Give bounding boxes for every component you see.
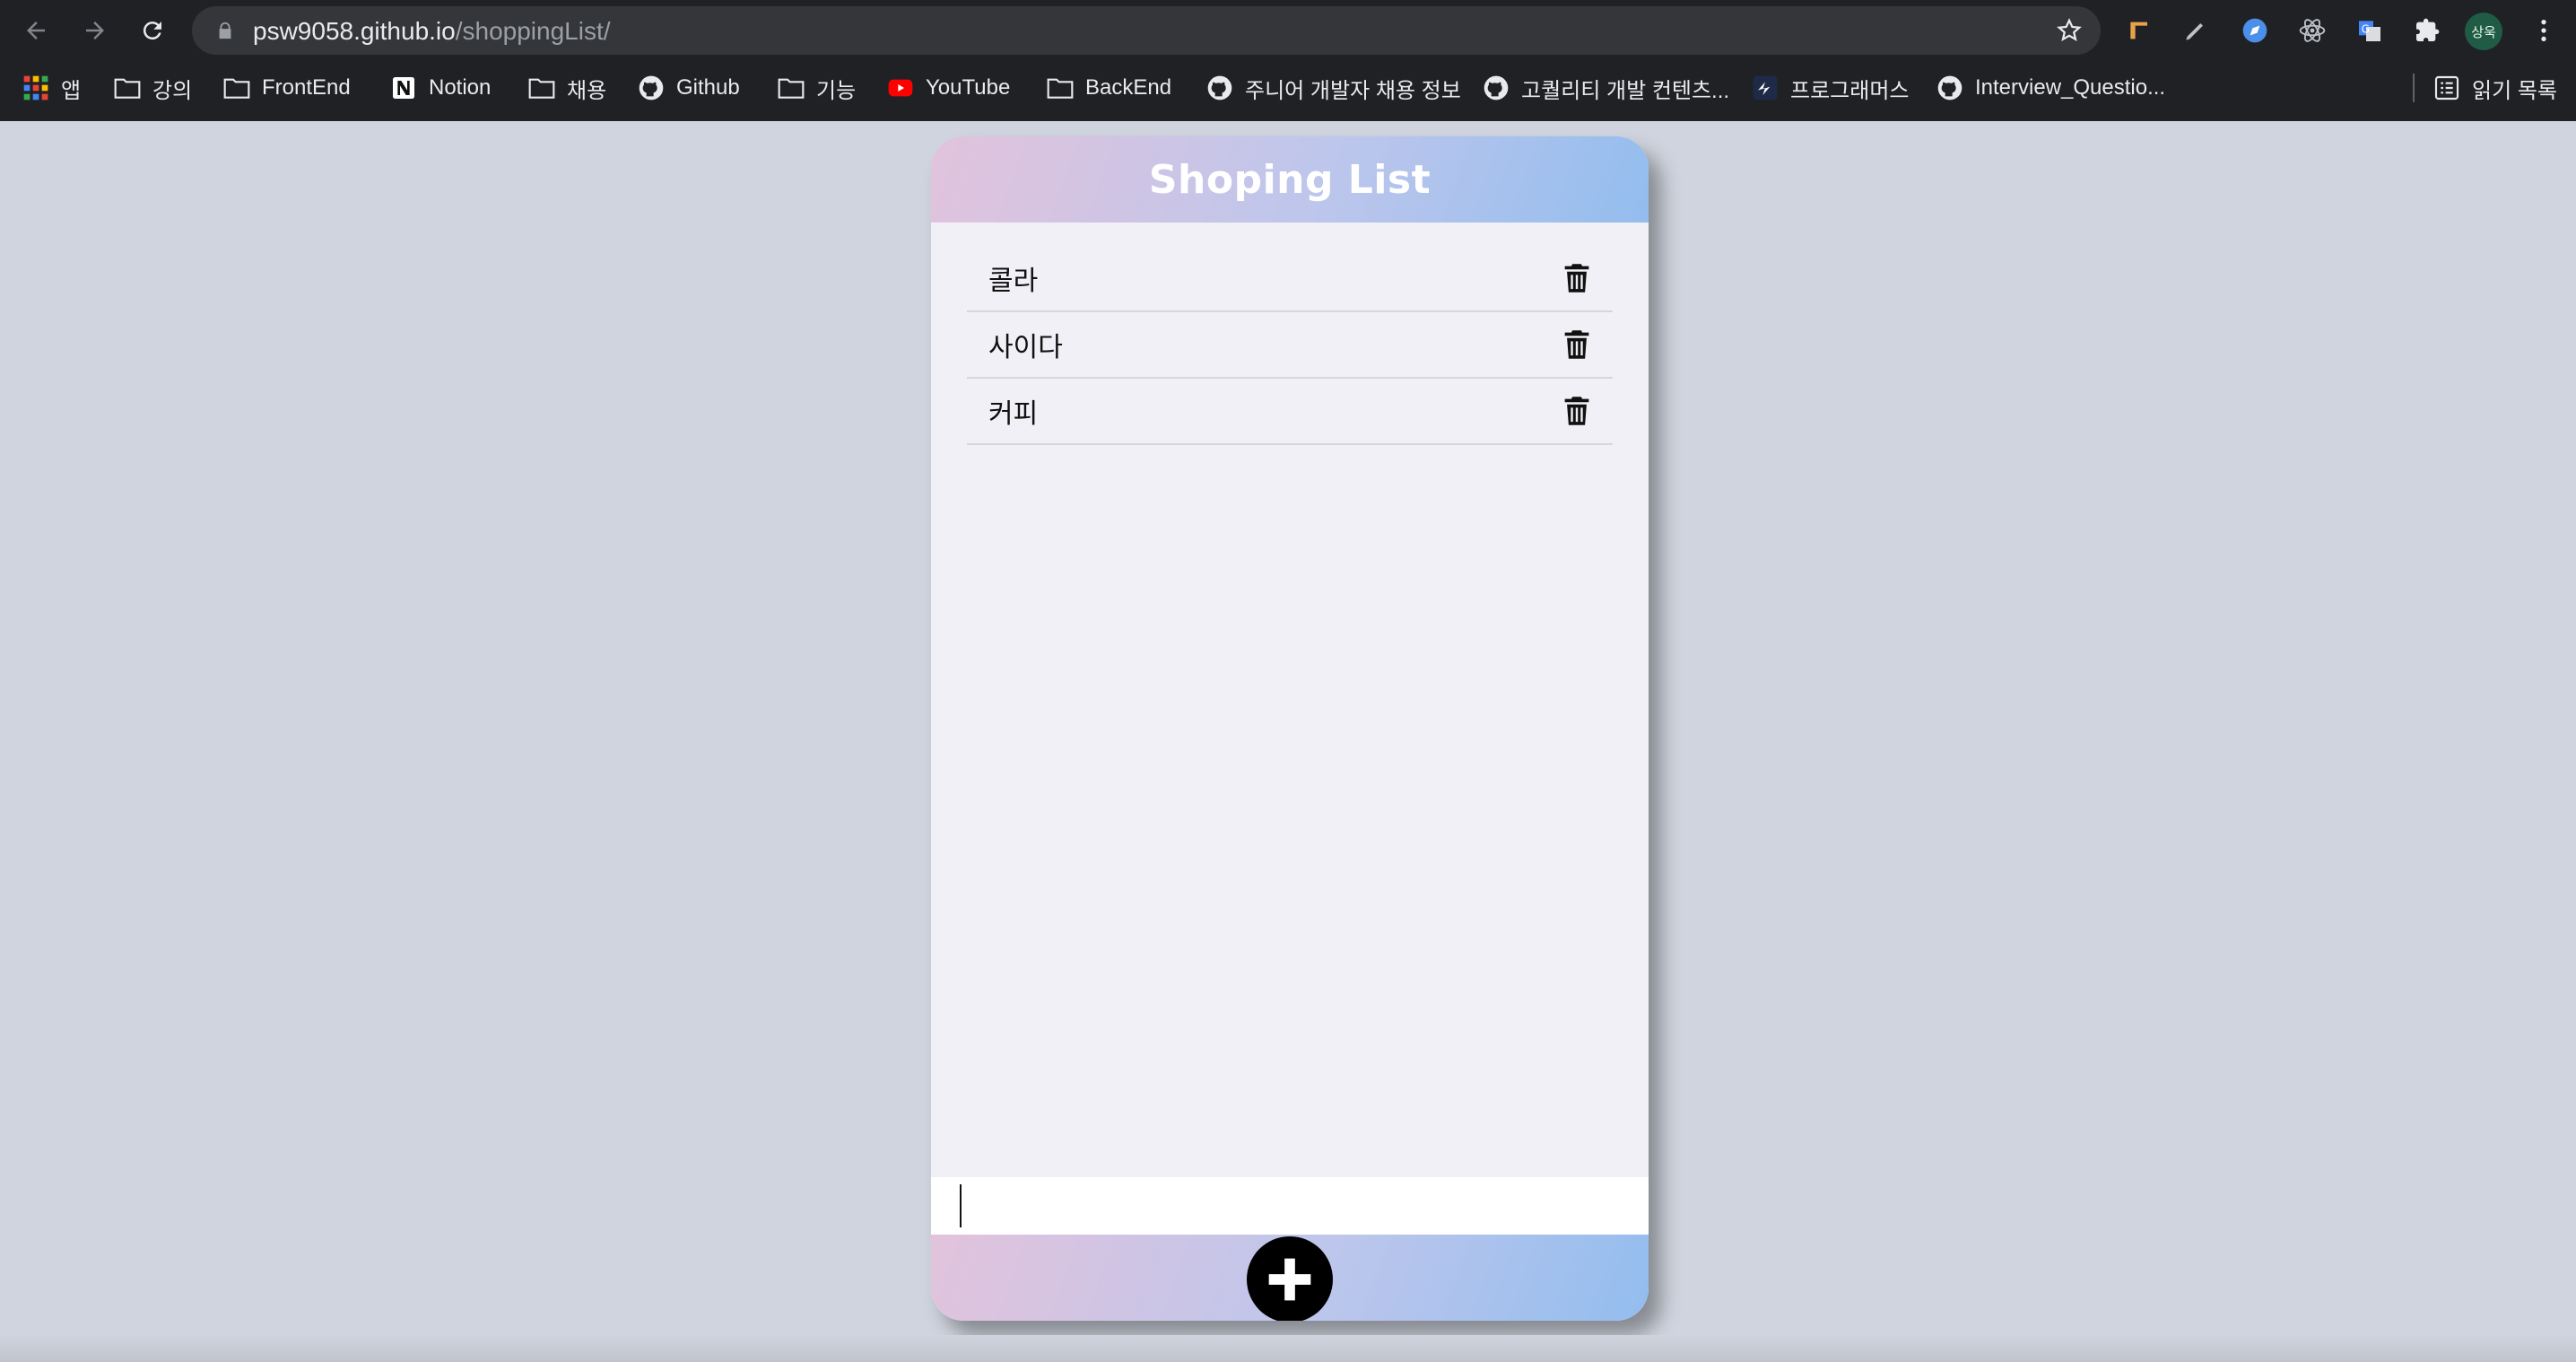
ruler-extension-icon [2130, 22, 2147, 39]
extension-react[interactable] [2294, 13, 2330, 48]
bookmark-label: Interview_Questio... [1975, 75, 2166, 100]
extension-translate[interactable]: G [2352, 13, 2388, 48]
programmers-icon [1751, 74, 1780, 102]
page-title: Shoping List [1148, 156, 1432, 203]
new-item-input-wrap [931, 1177, 1649, 1235]
browser-menu-button[interactable] [2526, 13, 2562, 48]
page-bottom-edge [0, 1335, 2576, 1362]
reading-list-icon [2432, 74, 2461, 102]
bookmark-label: 앱 [61, 78, 82, 103]
lock-icon [219, 22, 231, 39]
extension-pen[interactable] [2178, 13, 2214, 48]
bookmark-label: 주니어 개발자 채용 정보 [1245, 78, 1461, 103]
bookmark-folder-frontend[interactable]: FrontEnd [222, 72, 351, 104]
folder-icon [113, 74, 142, 102]
puzzle-icon [2416, 18, 2440, 41]
extension-compass[interactable] [2237, 13, 2273, 48]
url-host: psw9058.github.io [253, 17, 456, 45]
folder-icon [527, 74, 556, 102]
add-item-button[interactable] [1247, 1236, 1333, 1321]
bookmark-folder-backend[interactable]: BackEnd [1046, 72, 1171, 104]
bookmarks-bar: 앱 강의 FrontEnd Notion 채용 Github 기능 YouTub… [0, 63, 2576, 113]
bookmark-folder-lectures[interactable]: 강의 [113, 72, 192, 104]
trash-icon [1564, 330, 1589, 359]
translate-extension-icon: G [2359, 21, 2380, 41]
shopping-list-card: Shoping List 콜라 사이다 커피 [931, 136, 1649, 1321]
plus-icon [1268, 1258, 1311, 1301]
delete-item-button[interactable] [1562, 262, 1591, 294]
react-extension-icon [2299, 19, 2326, 42]
browser-chrome: psw9058.github.io/shoppingList/ G 상욱 앱 강… [0, 0, 2576, 121]
bookmark-folder-features[interactable]: 기능 [777, 72, 856, 104]
folder-icon [1046, 74, 1075, 102]
folder-icon [222, 74, 251, 102]
bookmark-label: Github [676, 75, 740, 100]
bookmark-youtube[interactable]: YouTube [886, 72, 1010, 104]
reading-list-button[interactable]: 읽기 목록 [2432, 72, 2557, 104]
back-button[interactable] [18, 13, 54, 48]
bookmark-label: Notion [429, 75, 492, 100]
github-icon [1205, 74, 1234, 102]
arrow-left-icon [27, 22, 45, 39]
github-icon [1482, 74, 1510, 102]
bookmarks-divider [2413, 74, 2415, 102]
card-footer [931, 1235, 1649, 1321]
bookmark-label: YouTube [926, 75, 1011, 100]
list-item: 콜라 [967, 246, 1613, 312]
bookmark-junior-jobs[interactable]: 주니어 개발자 채용 정보 [1205, 72, 1461, 104]
item-name: 사이다 [988, 332, 1063, 363]
github-icon [637, 74, 666, 102]
bookmark-interview-questions[interactable]: Interview_Questio... [1936, 72, 2165, 104]
bookmark-label: 기능 [816, 78, 857, 103]
github-icon [1936, 74, 1964, 102]
bookmark-programmers[interactable]: 프로그래머스 [1751, 72, 1909, 104]
delete-item-button[interactable] [1562, 328, 1591, 361]
address-bar[interactable]: psw9058.github.io/shoppingList/ [192, 6, 2101, 55]
youtube-icon [886, 74, 915, 102]
trash-icon [1564, 264, 1589, 292]
extensions-button[interactable] [2409, 13, 2445, 48]
kebab-menu-icon [2541, 20, 2546, 41]
svg-text:G: G [2362, 23, 2370, 36]
url-path: /shoppingList/ [455, 17, 611, 45]
bookmark-apps[interactable]: 앱 [22, 72, 81, 104]
reading-list-label: 읽기 목록 [2472, 78, 2557, 103]
bookmark-label: 프로그래머스 [1790, 78, 1910, 103]
card-header: Shoping List [931, 136, 1649, 223]
browser-toolbar: psw9058.github.io/shoppingList/ G 상욱 [0, 0, 2576, 61]
apps-grid-icon [22, 74, 50, 102]
item-name: 커피 [988, 398, 1039, 430]
bookmark-folder-jobs[interactable]: 채용 [527, 72, 606, 104]
pen-extension-icon [2186, 23, 2203, 40]
text-caret [960, 1184, 962, 1227]
shopping-items-list: 콜라 사이다 커피 [967, 246, 1613, 445]
folder-icon [777, 74, 805, 102]
reload-button[interactable] [135, 13, 170, 48]
bookmark-label: 고퀄리티 개발 컨텐츠... [1521, 78, 1730, 103]
bookmark-label: 강의 [152, 78, 193, 103]
trash-icon [1564, 397, 1589, 425]
new-item-input[interactable] [931, 1177, 1649, 1235]
bookmark-quality-content[interactable]: 고퀄리티 개발 컨텐츠... [1482, 72, 1729, 104]
delete-item-button[interactable] [1562, 395, 1591, 427]
compass-extension-icon [2242, 18, 2267, 43]
extension-ruler[interactable] [2122, 13, 2158, 48]
item-name: 콜라 [988, 266, 1039, 297]
forward-button[interactable] [77, 13, 113, 48]
bookmark-star-icon[interactable] [2056, 17, 2083, 44]
url-text[interactable]: psw9058.github.io/shoppingList/ [253, 17, 611, 46]
list-item: 커피 [967, 379, 1613, 445]
bookmark-label: FrontEnd [262, 75, 351, 100]
bookmark-label: 채용 [567, 78, 607, 103]
bookmark-github[interactable]: Github [637, 72, 740, 104]
notion-icon [389, 74, 418, 102]
bookmark-notion[interactable]: Notion [389, 72, 491, 104]
list-item: 사이다 [967, 312, 1613, 379]
profile-avatar[interactable]: 상욱 [2465, 13, 2502, 50]
bookmark-label: BackEnd [1085, 75, 1172, 100]
arrow-right-icon [86, 22, 104, 39]
reload-icon [143, 22, 161, 40]
